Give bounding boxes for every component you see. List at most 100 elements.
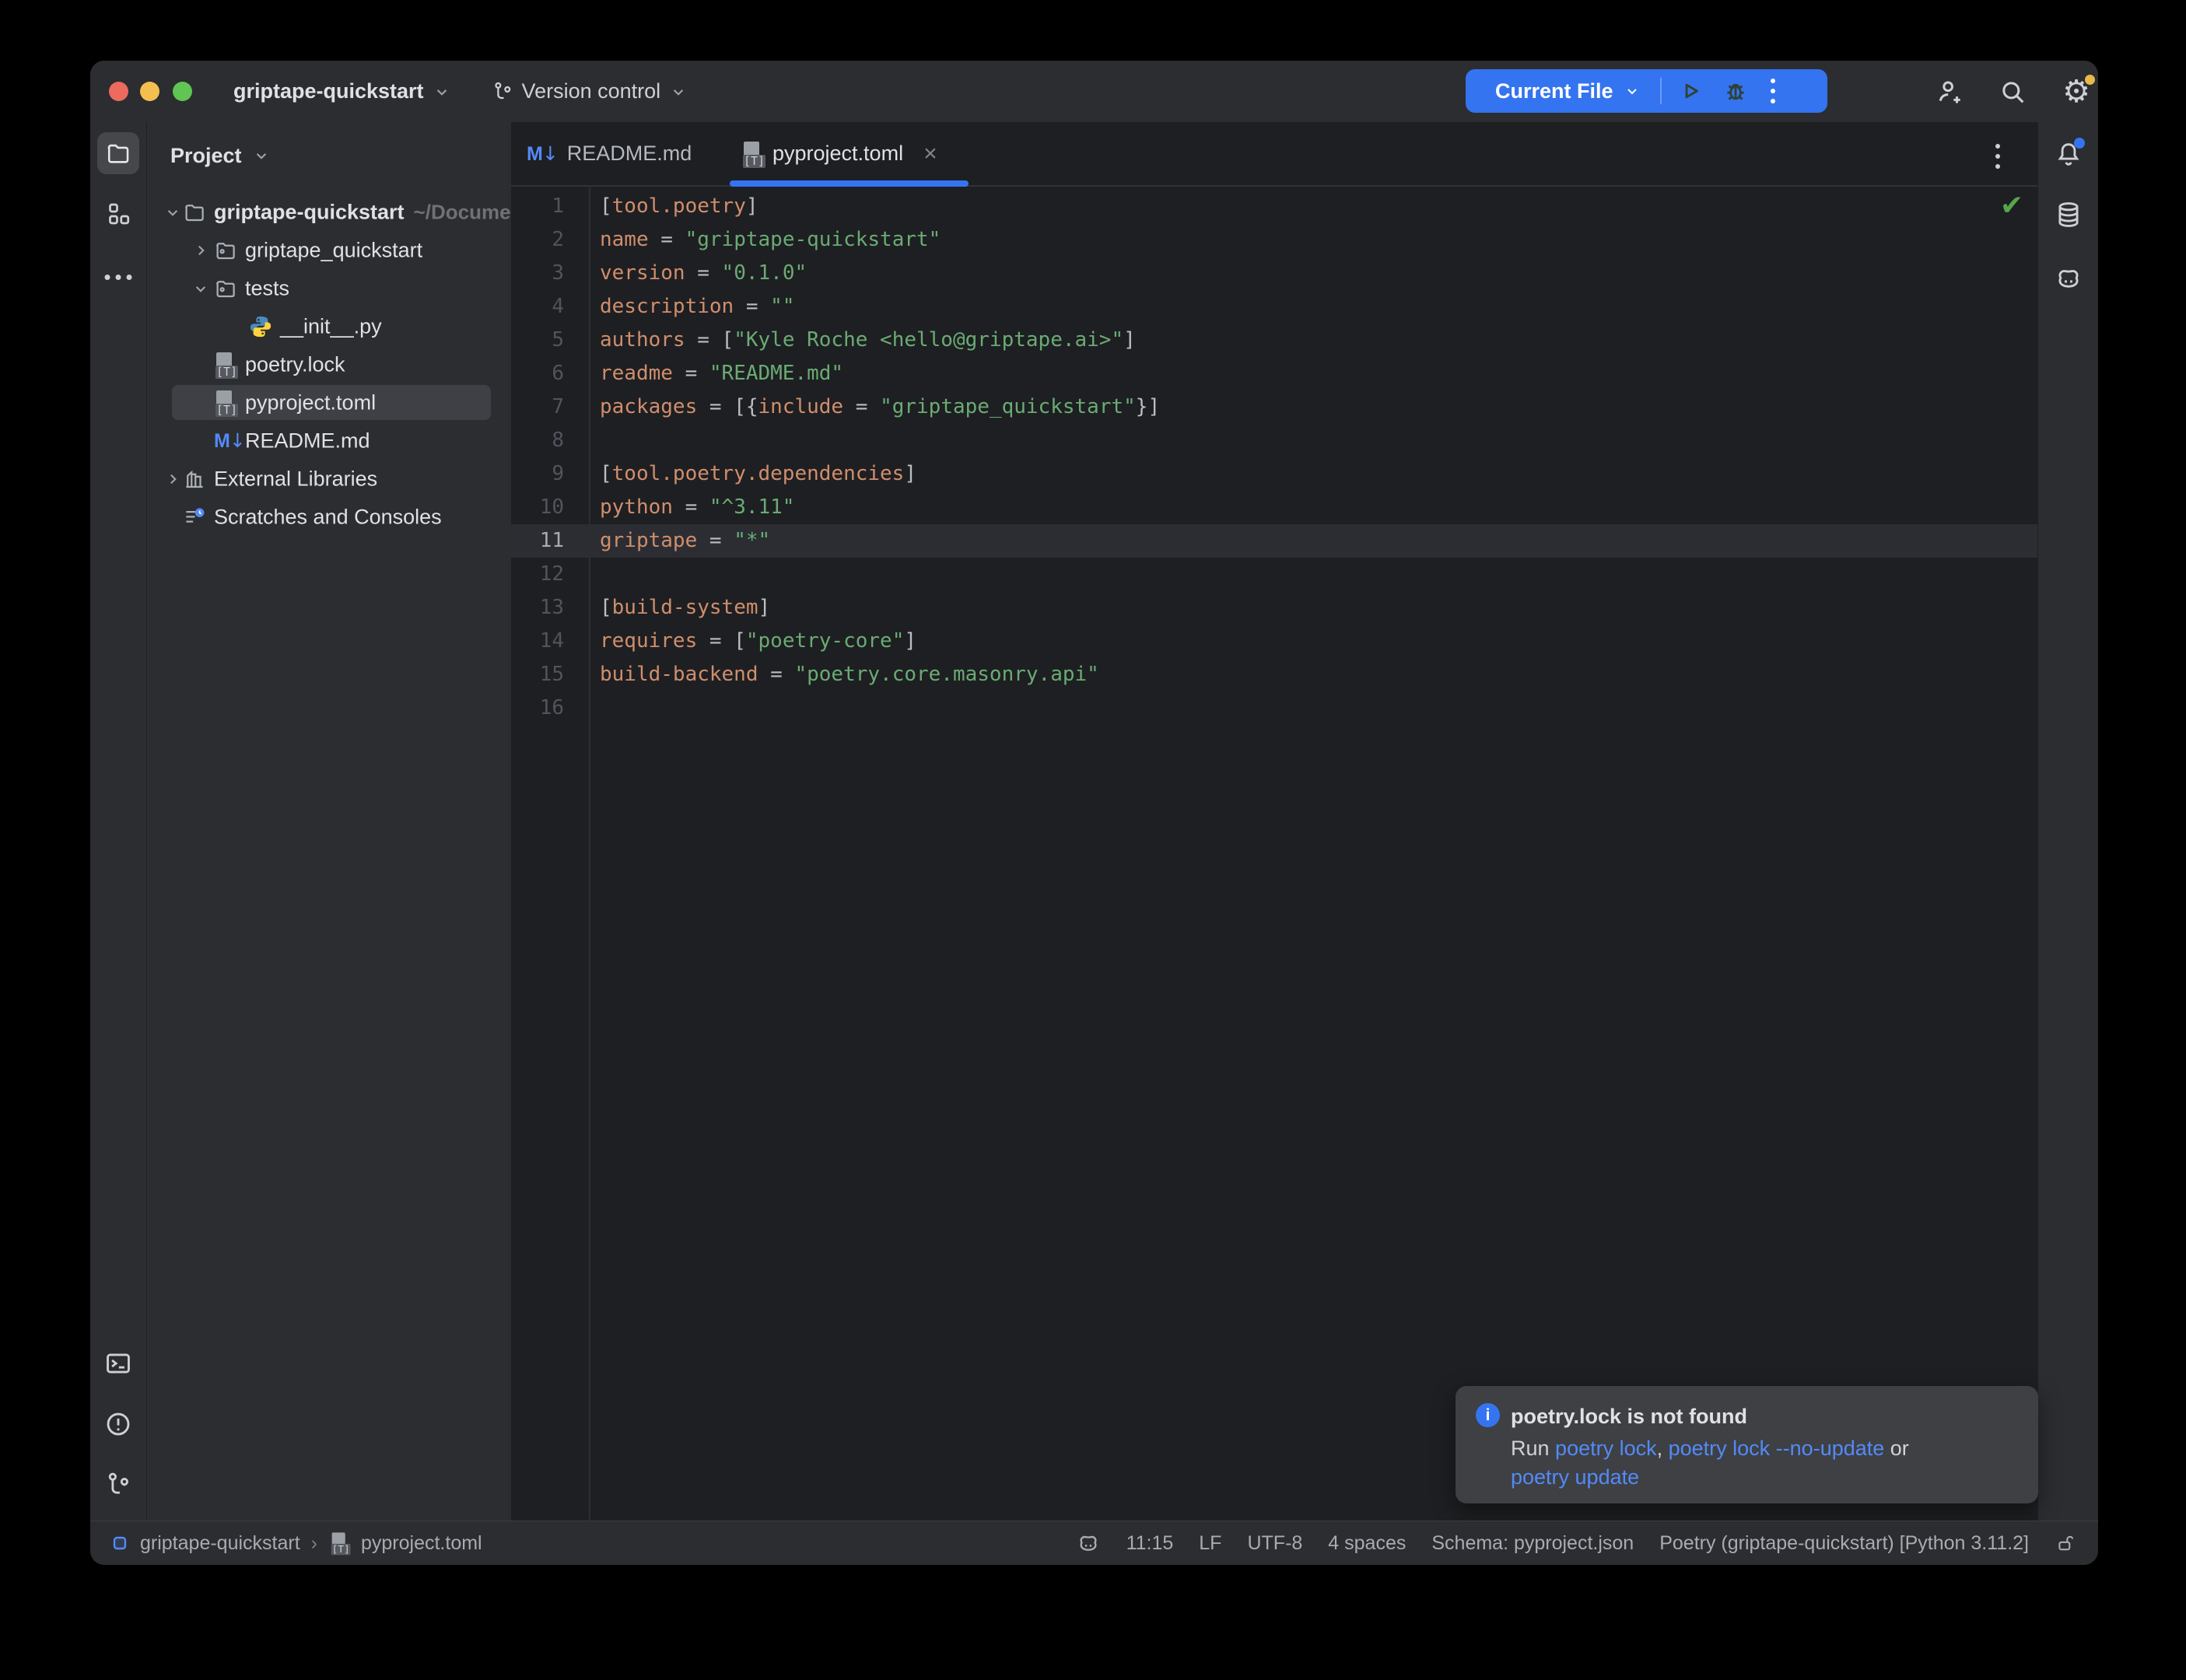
code-line-4[interactable]: 4description = "" xyxy=(511,290,2037,324)
line-number: 12 xyxy=(511,558,564,591)
code-line-7[interactable]: 7 packages = [{include = "griptape_quicks… xyxy=(511,390,2037,424)
settings-badge xyxy=(2085,75,2095,85)
code-line-12[interactable]: 12 xyxy=(511,558,2037,591)
library-icon xyxy=(183,467,206,491)
minimize-window-button[interactable] xyxy=(140,82,159,101)
run-widget[interactable]: Current File xyxy=(1466,69,1827,113)
breadcrumb-file[interactable]: pyproject.toml xyxy=(361,1532,482,1555)
project-tool-button[interactable] xyxy=(97,132,139,174)
tab-label: pyproject.toml xyxy=(772,142,903,166)
status-breadcrumb[interactable]: griptape-quickstart › [T] pyproject.toml xyxy=(110,1521,482,1565)
line-number: 3 xyxy=(511,257,564,290)
run-icon[interactable] xyxy=(1677,78,1704,104)
status-item-schema-pyproject-json[interactable]: Schema: pyproject.json xyxy=(1431,1532,1634,1555)
notification-text: or xyxy=(1884,1437,1909,1460)
divider xyxy=(1660,78,1662,104)
code-line-8[interactable]: 8 xyxy=(511,424,2037,457)
tree-item--init-py[interactable]: __init__.py xyxy=(147,307,511,345)
status-item-utf-8[interactable]: UTF-8 xyxy=(1247,1532,1302,1555)
terminal-tool-button[interactable] xyxy=(103,1349,133,1378)
tree-item-tests[interactable]: tests xyxy=(147,269,511,307)
status-item-11-15[interactable]: 11:15 xyxy=(1126,1532,1174,1555)
code-line-13[interactable]: 13 [build-system] xyxy=(511,591,2037,625)
line-number: 13 xyxy=(511,591,564,625)
search-icon[interactable] xyxy=(1997,76,2028,107)
tree-item-griptape-quickstart[interactable]: griptape_quickstart xyxy=(147,231,511,269)
status-item-4-spaces[interactable]: 4 spaces xyxy=(1328,1532,1406,1555)
lock-open-icon[interactable] xyxy=(2055,1532,2076,1554)
tree-item-scratches-and-consoles[interactable]: Scratches and Consoles xyxy=(147,498,511,536)
project-panel: Project griptape-quickstart~/Documegript… xyxy=(147,122,511,1521)
code-line-5[interactable]: 5authors = ["Kyle Roche <hello@griptape.… xyxy=(511,324,2037,357)
project-tree: griptape-quickstart~/Documegriptape_quic… xyxy=(147,193,511,536)
tree-item-readme-md[interactable]: M↓README.md xyxy=(147,422,511,460)
database-tool-icon[interactable] xyxy=(2054,200,2083,229)
settings-gear-icon[interactable]: ⚙ xyxy=(2061,75,2092,109)
code-text: packages = [{include = "griptape_quickst… xyxy=(600,390,1160,424)
ai-assistant-icon[interactable] xyxy=(2054,264,2083,293)
code-line-2[interactable]: 2name = "griptape-quickstart" xyxy=(511,223,2037,257)
code-line-1[interactable]: 1[tool.poetry] xyxy=(511,190,2037,223)
tree-item-label: Scratches and Consoles xyxy=(214,505,442,529)
close-window-button[interactable] xyxy=(109,82,128,101)
chevron-down-icon[interactable] xyxy=(191,278,211,299)
python-icon xyxy=(249,315,272,338)
tab-readme[interactable]: M↓ README.md xyxy=(527,122,692,185)
code-text: build-backend = "poetry.core.masonry.api… xyxy=(600,658,1099,691)
notification-body: Run poetry lock, poetry lock --no-update… xyxy=(1511,1434,1909,1492)
status-item-poetry-griptape-quickstart-pyt[interactable]: Poetry (griptape-quickstart) [Python 3.1… xyxy=(1659,1532,2029,1555)
more-tool-windows-icon[interactable] xyxy=(105,275,132,280)
project-panel-header[interactable]: Project xyxy=(170,138,271,173)
code-line-6[interactable]: 6readme = "README.md" xyxy=(511,357,2037,390)
code-text: [build-system] xyxy=(600,591,770,625)
breadcrumb-project[interactable]: griptape-quickstart xyxy=(140,1532,300,1555)
line-number: 8 xyxy=(511,424,564,457)
code-line-15[interactable]: 15build-backend = "poetry.core.masonry.a… xyxy=(511,658,2037,691)
toml-file-icon: [T] xyxy=(741,142,763,166)
code-area[interactable]: 1[tool.poetry]2name = "griptape-quicksta… xyxy=(511,185,2037,1521)
notification-link[interactable]: poetry update xyxy=(1511,1465,1639,1489)
tree-item-poetry-lock[interactable]: [T]poetry.lock xyxy=(147,345,511,383)
code-line-16[interactable]: 16 xyxy=(511,691,2037,725)
copilot-status-icon[interactable] xyxy=(1076,1531,1101,1556)
version-control-tool-button[interactable] xyxy=(103,1470,133,1500)
scratches-icon xyxy=(183,506,206,529)
notification-link[interactable]: poetry lock --no-update xyxy=(1669,1437,1885,1460)
notification-popup[interactable]: i poetry.lock is not found Run poetry lo… xyxy=(1456,1386,2038,1503)
breadcrumb-separator: › xyxy=(311,1532,317,1555)
tree-item-external-libraries[interactable]: External Libraries xyxy=(147,460,511,498)
run-config-selector[interactable]: Current File xyxy=(1495,79,1613,103)
notification-link[interactable]: poetry lock xyxy=(1555,1437,1657,1460)
add-user-icon[interactable] xyxy=(1933,76,1964,107)
tab-pyproject-toml[interactable]: [T] pyproject.toml × xyxy=(741,122,937,185)
chevron-right-icon[interactable] xyxy=(163,469,183,489)
close-tab-icon[interactable]: × xyxy=(923,142,937,166)
code-line-9[interactable]: 9[tool.poetry.dependencies] xyxy=(511,457,2037,491)
code-text: requires = ["poetry-core"] xyxy=(600,625,916,658)
tree-item-griptape-quickstart[interactable]: griptape-quickstart~/Docume xyxy=(147,193,511,231)
more-run-options-icon[interactable] xyxy=(1771,79,1775,103)
vcs-widget[interactable]: Version control xyxy=(491,79,689,103)
editor-area: M↓ README.md [T] pyproject.toml × 1[tool… xyxy=(511,122,2037,1521)
title-bar: griptape-quickstart Version control Curr… xyxy=(90,61,2098,123)
chevron-down-icon[interactable] xyxy=(163,202,183,222)
inspections-ok-icon[interactable]: ✔ xyxy=(2000,190,2023,222)
tree-item-pyproject-toml[interactable]: [T]pyproject.toml xyxy=(147,383,511,422)
code-line-3[interactable]: 3version = "0.1.0" xyxy=(511,257,2037,290)
notifications-bell-icon[interactable] xyxy=(2054,139,2083,169)
tab-options-icon[interactable] xyxy=(1995,144,2000,169)
code-line-11[interactable]: 11griptape = "*" xyxy=(511,524,2037,558)
zoom-window-button[interactable] xyxy=(173,82,192,101)
code-line-14[interactable]: 14requires = ["poetry-core"] xyxy=(511,625,2037,658)
status-item-lf[interactable]: LF xyxy=(1199,1532,1221,1555)
code-text: python = "^3.11" xyxy=(600,491,794,524)
structure-tool-button[interactable] xyxy=(104,200,132,228)
tree-item-label: __init__.py xyxy=(280,314,382,338)
line-number: 5 xyxy=(511,324,564,357)
problems-tool-button[interactable] xyxy=(103,1409,133,1439)
code-line-10[interactable]: 10python = "^3.11" xyxy=(511,491,2037,524)
debug-icon[interactable] xyxy=(1722,78,1749,104)
project-selector[interactable]: griptape-quickstart xyxy=(233,79,424,103)
line-number: 7 xyxy=(511,390,564,424)
chevron-right-icon[interactable] xyxy=(191,240,211,261)
